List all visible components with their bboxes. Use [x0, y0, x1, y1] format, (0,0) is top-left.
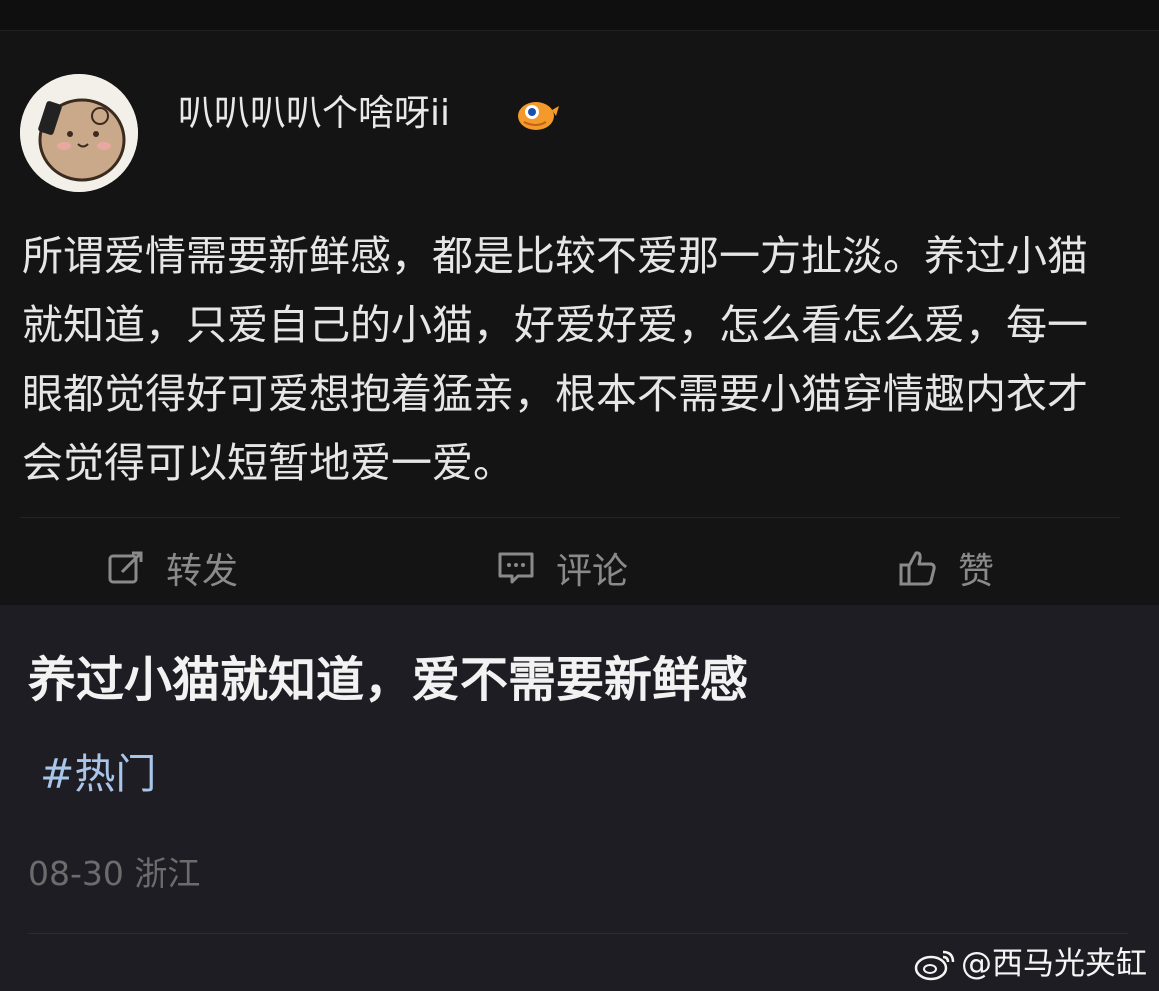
comment-bubble-icon: [498, 552, 534, 584]
reposted-weibo-card[interactable]: 叭叭叭叭个啥呀ii 所谓爱情需要新鲜感，都是比较不爱那一方扯淡。养过小猫就知道，…: [0, 0, 1159, 605]
article-headline: 养过小猫就知道，爱不需要新鲜感: [28, 652, 749, 708]
like-button[interactable]: 赞: [898, 540, 994, 596]
potato-avatar-icon: [20, 74, 138, 192]
like-label: 赞: [958, 551, 995, 592]
watermark-text: @西马光夹缸: [961, 946, 1147, 982]
weibo-logo-icon: [914, 950, 955, 981]
orange-bird-emoji-icon: [514, 94, 560, 134]
bottom-divider: [28, 933, 1128, 934]
card-top-edge: [0, 0, 1159, 31]
watermark: @西马光夹缸: [913, 942, 1147, 986]
post-meta: 08-30 浙江: [28, 852, 200, 896]
username[interactable]: 叭叭叭叭个啥呀ii: [178, 92, 450, 136]
thumbs-up-icon: [899, 551, 936, 586]
comment-label: 评论: [556, 551, 629, 592]
post-location: 浙江: [134, 854, 201, 893]
post-body-text: 所谓爱情需要新鲜感，都是比较不爱那一方扯淡。养过小猫就知道，只爱自己的小猫，好爱…: [22, 232, 1088, 487]
repost-edit-icon: [108, 551, 143, 584]
action-divider: [20, 517, 1120, 518]
comment-button[interactable]: 评论: [496, 540, 628, 596]
repost-button[interactable]: 转发: [106, 540, 238, 596]
avatar[interactable]: [20, 74, 138, 192]
post-date: 08-30: [28, 854, 124, 893]
repost-label: 转发: [166, 551, 239, 592]
topic-tag-link[interactable]: #热门: [40, 746, 156, 802]
